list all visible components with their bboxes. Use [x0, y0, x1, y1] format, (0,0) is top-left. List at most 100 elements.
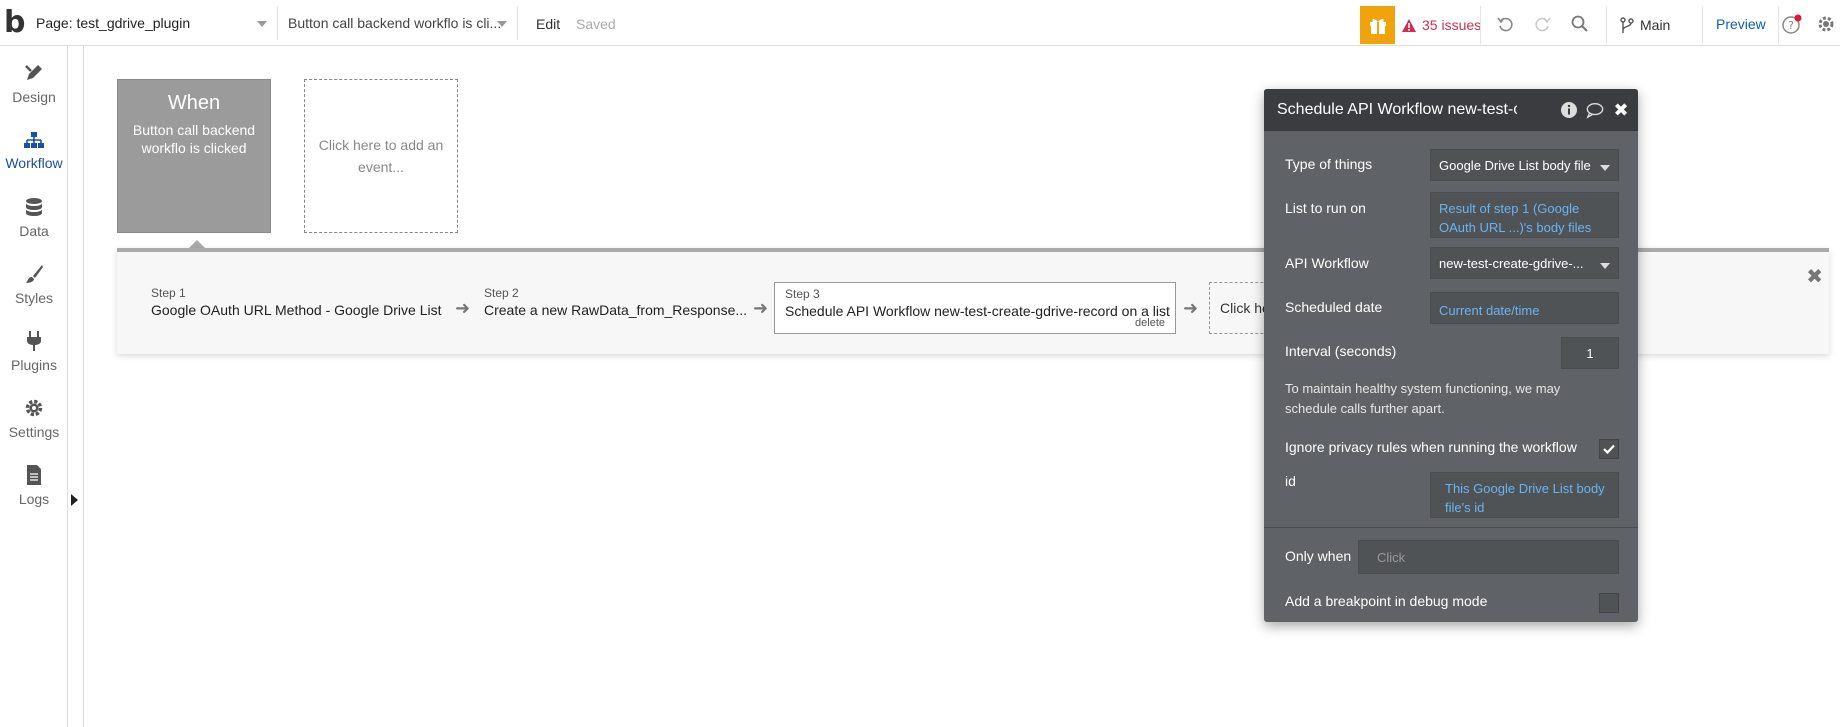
panel-header[interactable]: Schedule API Workflow new-test-create-gd… — [1264, 89, 1638, 131]
step-title: Create a new RawData_from_Response... — [484, 302, 748, 318]
panel-divider — [1264, 527, 1638, 528]
canvas-left-rule — [83, 46, 84, 727]
issues-button[interactable]: 35 issues — [1402, 6, 1481, 44]
sidebar-item-label: Styles — [14, 290, 54, 306]
undo-button[interactable] — [1494, 12, 1518, 36]
only-when-placeholder: Click — [1377, 549, 1406, 565]
panel-title: Schedule API Workflow new-test-create-gd… — [1277, 101, 1517, 118]
chevron-down-icon — [497, 21, 507, 27]
breakpoint-checkbox[interactable] — [1599, 593, 1619, 613]
branch-selector[interactable]: Main — [1620, 6, 1670, 44]
save-status: Saved — [576, 16, 616, 32]
step-3[interactable]: Step 3 Schedule API Workflow new-test-cr… — [774, 282, 1176, 334]
sidebar-item-design[interactable]: Design — [0, 54, 68, 114]
chevron-down-icon — [1600, 263, 1610, 269]
interval-value: 1 — [1586, 345, 1594, 361]
comment-icon[interactable] — [1586, 101, 1604, 119]
step-label: Step 3 — [785, 287, 820, 301]
gift-button[interactable] — [1360, 6, 1395, 44]
step-arrow-icon: ➜ — [1183, 298, 1199, 318]
add-event-button[interactable]: Click here to add an event... — [304, 79, 458, 233]
redo-icon — [1535, 17, 1551, 32]
step-1[interactable]: Step 1 Google OAuth URL Method - Google … — [151, 282, 442, 334]
branch-label: Main — [1640, 17, 1671, 33]
property-editor-panel: Schedule API Workflow new-test-create-gd… — [1264, 89, 1638, 622]
type-of-things-label: Type of things — [1285, 156, 1373, 172]
undo-icon — [1497, 17, 1513, 32]
scheduled-date-label: Scheduled date — [1285, 299, 1383, 315]
redo-button[interactable] — [1530, 12, 1554, 36]
type-of-things-value: Google Drive List body file — [1439, 157, 1591, 173]
event-card[interactable]: When Button call backend workflo is clic… — [117, 79, 271, 233]
svg-text:?: ? — [1788, 19, 1794, 32]
sidebar-item-workflow[interactable]: Workflow — [0, 121, 68, 181]
interval-input[interactable]: 1 — [1561, 337, 1619, 369]
plug-icon — [27, 331, 41, 351]
step-arrow-icon: ➜ — [455, 298, 471, 318]
search-icon — [1571, 15, 1588, 32]
api-workflow-value: new-test-create-gdrive-... — [1439, 255, 1584, 271]
account-button[interactable] — [1814, 12, 1838, 36]
page-selector[interactable]: Page: test_gdrive_plugin — [28, 6, 278, 40]
sidebar-item-label: Workflow — [5, 155, 63, 171]
ignore-privacy-checkbox[interactable] — [1599, 439, 1619, 459]
sidebar-item-data[interactable]: Data — [0, 188, 68, 248]
event-when-label: When — [167, 92, 221, 114]
preview-button[interactable]: Preview — [1716, 16, 1766, 32]
sidebar-item-plugins[interactable]: Plugins — [0, 322, 68, 382]
workflow-selector-label: Button call backend workflo is cli... — [288, 15, 502, 31]
id-value: This Google Drive List body file's id — [1445, 481, 1605, 515]
step-label: Step 1 — [151, 286, 186, 300]
step-title: Schedule API Workflow new-test-create-gd… — [785, 303, 1170, 319]
checkmark-icon — [1603, 444, 1615, 454]
warning-icon — [1402, 18, 1416, 32]
bubble-logo[interactable]: b — [4, 8, 26, 38]
sidebar-item-styles[interactable]: Styles — [0, 255, 68, 315]
sidebar-item-settings[interactable]: Settings — [0, 389, 68, 449]
edit-menu[interactable]: Edit — [536, 16, 560, 32]
help-icon: ? — [1782, 14, 1802, 34]
search-button[interactable] — [1568, 12, 1592, 36]
step-arrow-icon: ➜ — [753, 298, 769, 318]
chevron-down-icon — [257, 21, 267, 27]
help-button[interactable]: ? — [1780, 12, 1804, 36]
only-when-condition-field[interactable]: Click — [1358, 540, 1619, 574]
sidebar-item-label: Settings — [8, 424, 60, 440]
step-label: Step 2 — [484, 286, 519, 300]
step-2[interactable]: Step 2 Create a new RawData_from_Respons… — [484, 282, 747, 334]
gear-icon — [25, 399, 43, 417]
sidebar-item-label: Plugins — [11, 357, 57, 373]
type-of-things-dropdown[interactable]: Google Drive List body file — [1430, 149, 1619, 181]
issues-count: 35 issues — [1422, 17, 1482, 33]
api-workflow-dropdown[interactable]: new-test-create-gdrive-... — [1430, 247, 1619, 279]
scheduled-date-value: Current date/time — [1439, 303, 1540, 318]
divider — [1480, 6, 1481, 44]
delete-step-link[interactable]: delete — [1135, 317, 1165, 329]
only-when-label: Only when — [1285, 548, 1352, 564]
scheduled-date-field[interactable]: Current date/time — [1430, 292, 1619, 324]
interval-label: Interval (seconds) — [1285, 343, 1397, 359]
list-to-run-on-field[interactable]: Result of step 1 (Google OAuth URL ...)'… — [1430, 192, 1619, 238]
workflow-tree-icon — [24, 132, 44, 148]
sidebar-expand-toggle[interactable] — [71, 494, 78, 506]
step-title: Google OAuth URL Method - Google Drive L… — [151, 302, 442, 318]
sidebar-item-logs[interactable]: Logs — [0, 456, 68, 516]
list-to-run-on-value: Result of step 1 (Google OAuth URL ...)'… — [1439, 201, 1592, 235]
interval-note: To maintain healthy system functioning, … — [1285, 381, 1561, 416]
id-label: id — [1285, 473, 1296, 489]
close-icon[interactable]: ✖ — [1612, 100, 1630, 120]
left-sidebar: Design Workflow Data Styles Plugins Sett… — [0, 46, 68, 727]
close-icon[interactable]: ✖ — [1806, 264, 1823, 289]
breakpoint-label: Add a breakpoint in debug mode — [1285, 593, 1488, 609]
brush-icon — [26, 265, 43, 283]
event-description: Button call backend workflo is clicked — [132, 122, 256, 156]
id-field[interactable]: This Google Drive List body file's id — [1430, 472, 1619, 518]
workflow-selector[interactable]: Button call backend workflo is cli... — [278, 6, 518, 40]
ignore-privacy-label: Ignore privacy rules when running the wo… — [1285, 439, 1577, 455]
database-icon — [26, 198, 42, 216]
branch-icon — [1620, 17, 1634, 33]
info-icon[interactable] — [1560, 101, 1578, 119]
chevron-down-icon — [1600, 165, 1610, 171]
top-bar: b Page: test_gdrive_plugin Button call b… — [0, 0, 1840, 46]
page-selector-label: Page: test_gdrive_plugin — [36, 15, 191, 31]
